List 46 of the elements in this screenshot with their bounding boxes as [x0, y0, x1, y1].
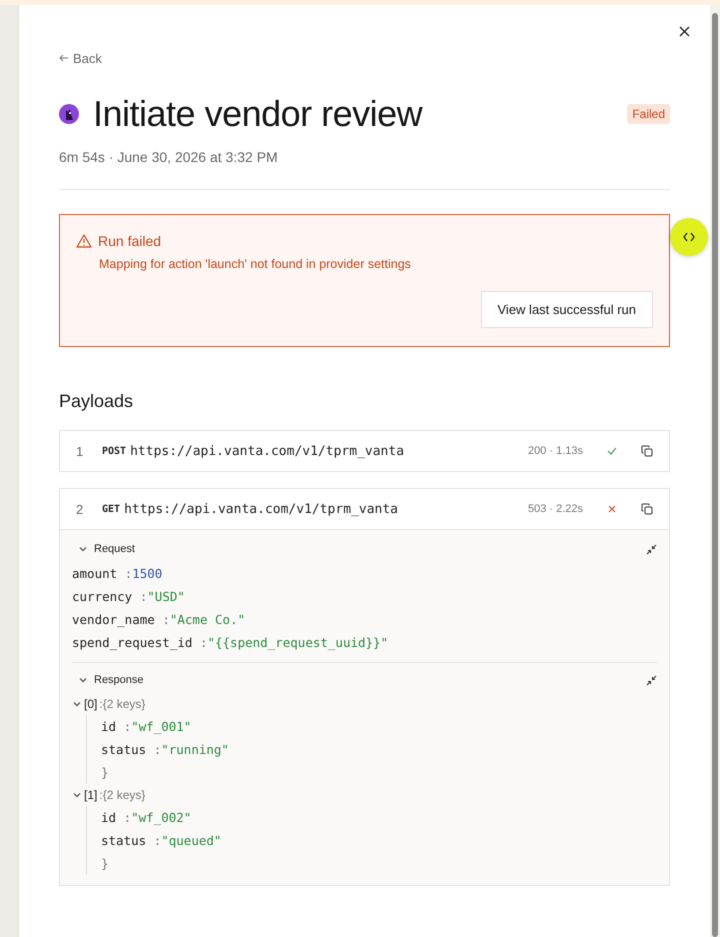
app-logo-icon: [59, 104, 79, 124]
warning-icon: [76, 234, 92, 248]
json-line: status :"queued": [100, 832, 222, 850]
code-toggle-button[interactable]: [670, 218, 708, 256]
json-line: currency :"USD": [72, 588, 186, 606]
payload-url: https://api.vanta.com/v1/tprm_vanta: [124, 502, 399, 516]
payload-index: 1: [76, 444, 84, 458]
section-heading: Payloads: [59, 391, 134, 412]
response-status: 200 · 1.13s: [528, 445, 583, 457]
closing-brace: }: [100, 764, 110, 782]
alert-message: Mapping for action 'launch' not found in provider settings: [99, 257, 412, 271]
view-last-run-button[interactable]: View last successful run: [480, 291, 653, 328]
chevron-icon: [72, 790, 82, 800]
json-line: id :"wf_001": [100, 718, 192, 736]
json-line: status :"running": [100, 741, 230, 759]
code-icon: [683, 232, 695, 242]
run-meta: 6m 54s · June 30, 2026 at 3:32 PM: [59, 149, 279, 165]
chevron-icon: [72, 699, 82, 709]
copy-icon[interactable]: [641, 445, 653, 457]
entry-label[interactable]: [0]: [84, 697, 98, 711]
back-link[interactable]: Back: [59, 50, 102, 66]
json-line: amount :1500: [72, 565, 164, 583]
page-title: Initiate vendor review: [93, 93, 424, 135]
payload-index: 2: [76, 502, 84, 516]
entry-summary: :{2 keys}: [99, 788, 146, 802]
response-header[interactable]: Response: [72, 667, 657, 693]
payload-url: https://api.vanta.com/v1/tprm_vanta: [130, 444, 406, 458]
entry-label[interactable]: [1]: [84, 788, 98, 802]
copy-icon[interactable]: [641, 503, 653, 515]
chevron-icon: [78, 544, 88, 554]
json-line: id :"wf_002": [100, 809, 192, 827]
json-line: vendor_name :"Acme Co.": [72, 611, 246, 629]
status-badge: Failed: [627, 104, 670, 124]
closing-brace: }: [100, 855, 110, 873]
json-line: spend_request_id :"{{spend_request_uuid}}": [72, 634, 390, 652]
collapse-icon[interactable]: [646, 674, 657, 686]
http-method: GET: [102, 504, 120, 514]
collapse-icon[interactable]: [646, 544, 657, 554]
back-arrow-icon: [59, 54, 69, 62]
chevron-icon: [78, 675, 88, 685]
alert-title: Run failed: [98, 233, 162, 249]
response-status: 503 · 2.22s: [528, 503, 583, 515]
request-header[interactable]: Request: [72, 536, 657, 562]
http-method: POST: [102, 446, 126, 456]
entry-summary: :{2 keys}: [99, 697, 146, 711]
close-icon: [678, 26, 690, 36]
